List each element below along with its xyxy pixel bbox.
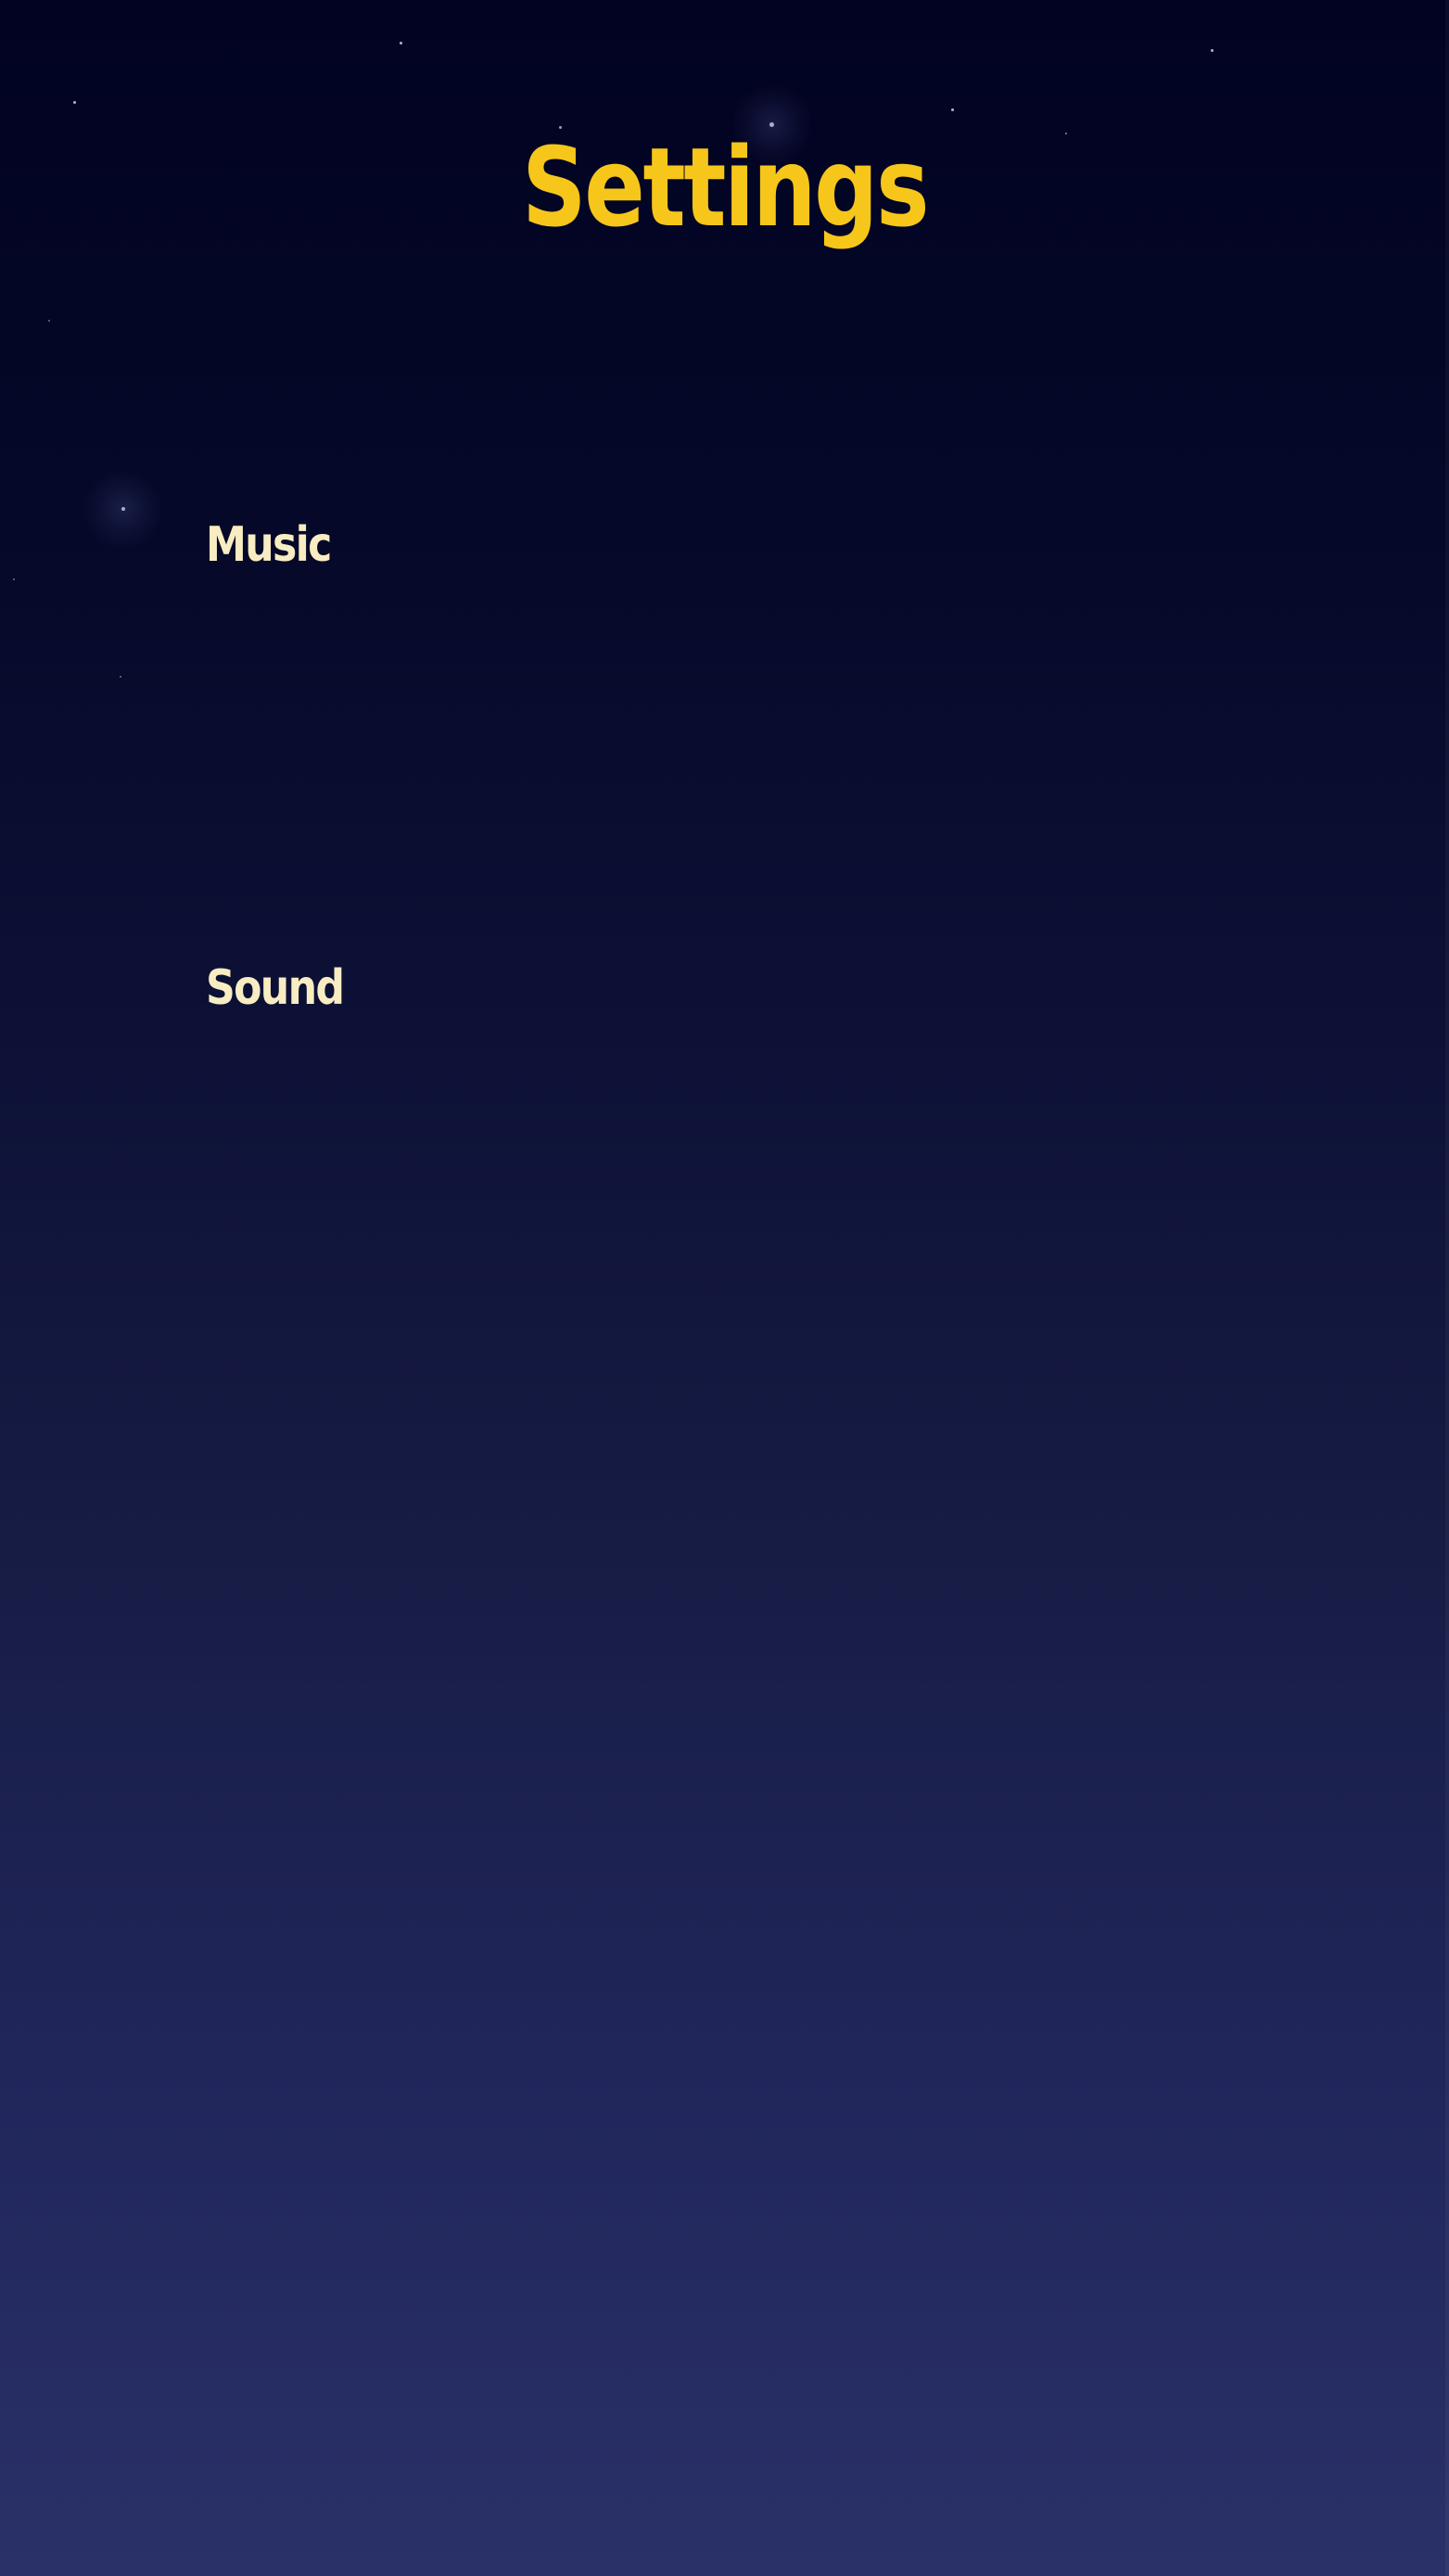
settings-title: Settings [522,123,930,251]
star-icon [120,676,121,678]
star-icon [951,108,954,111]
star-icon [1211,49,1214,52]
star-icon [400,42,402,44]
star-icon [73,101,76,104]
sound-label: Sound [206,960,345,1016]
star-icon [82,467,165,551]
screen-edge [1445,0,1449,2576]
star-icon [13,578,15,580]
star-icon [48,320,50,322]
music-label: Music [206,517,332,573]
settings-screen: Settings Music Sound [0,0,1449,2576]
